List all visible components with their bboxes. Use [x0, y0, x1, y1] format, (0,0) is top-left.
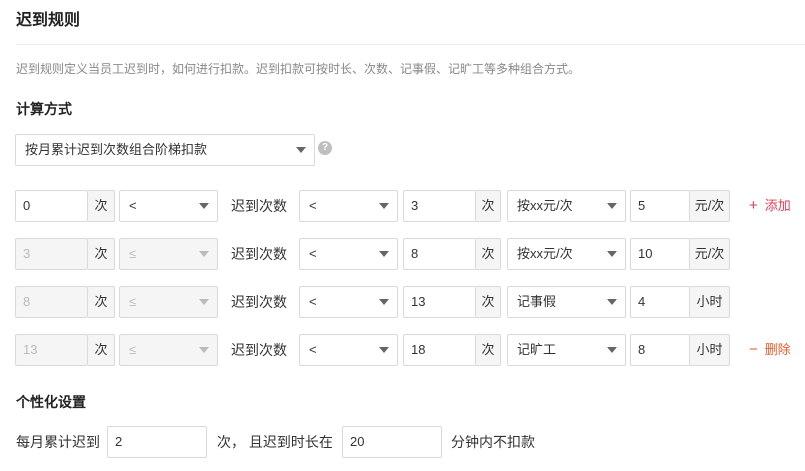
rule-op1-select: ≤ — [119, 286, 218, 318]
rule-from-input: 3 — [15, 238, 88, 270]
rule-to-unit: 次 — [476, 334, 501, 366]
chevron-down-icon — [199, 251, 209, 257]
rule-type-value: 按xx元/次 — [517, 246, 573, 261]
delete-rule-label: 删除 — [764, 342, 791, 357]
rule-from-unit: 次 — [88, 334, 115, 366]
rule-amount-input[interactable]: 5 — [630, 190, 690, 222]
rule-op1-value: ≤ — [129, 294, 137, 309]
rule-op2-value: < — [309, 198, 317, 213]
section-title-personal: 个性化设置 — [16, 394, 86, 410]
rule-middle-label: 迟到次数 — [231, 294, 287, 310]
plus-icon: + — [749, 197, 758, 214]
rule-op1-select[interactable]: < — [119, 190, 218, 222]
rule-type-value: 记旷工 — [517, 342, 557, 357]
chevron-down-icon — [199, 299, 209, 305]
chevron-down-icon — [607, 299, 617, 305]
rule-from-input[interactable]: 0 — [15, 190, 88, 222]
rule-from-unit: 次 — [88, 190, 115, 222]
calc-method-select[interactable]: 按月累计迟到次数组合阶梯扣款 — [15, 134, 315, 166]
page-title: 迟到规则 — [16, 12, 81, 29]
chevron-down-icon — [607, 251, 617, 257]
rule-op1-value: ≤ — [129, 246, 137, 261]
rule-from-unit: 次 — [88, 286, 115, 318]
calc-method-value: 按月累计迟到次数组合阶梯扣款 — [25, 142, 208, 157]
rule-op2-value: < — [309, 246, 317, 261]
chevron-down-icon — [607, 347, 617, 353]
rule-to-input[interactable]: 3 — [403, 190, 476, 222]
rule-op2-select[interactable]: < — [299, 334, 398, 366]
rule-type-select[interactable]: 按xx元/次 — [507, 190, 626, 222]
chevron-down-icon — [379, 203, 389, 209]
rule-op1-select: ≤ — [119, 334, 218, 366]
rule-type-select[interactable]: 记旷工 — [507, 334, 626, 366]
rule-op1-select: ≤ — [119, 238, 218, 270]
rule-type-value: 按xx元/次 — [517, 198, 573, 213]
chevron-down-icon — [379, 299, 389, 305]
personal-suffix-label: 分钟内不扣款 — [451, 434, 535, 450]
rule-to-input[interactable]: 18 — [403, 334, 476, 366]
rule-amount-input[interactable]: 8 — [630, 334, 690, 366]
rule-from-input: 13 — [15, 334, 88, 366]
rule-type-select[interactable]: 按xx元/次 — [507, 238, 626, 270]
chevron-down-icon — [199, 347, 209, 353]
chevron-down-icon — [199, 203, 209, 209]
chevron-down-icon — [379, 347, 389, 353]
rule-to-unit: 次 — [476, 286, 501, 318]
rule-op2-select[interactable]: < — [299, 190, 398, 222]
rule-middle-label: 迟到次数 — [231, 198, 287, 214]
chevron-down-icon — [379, 251, 389, 257]
rule-op1-value: < — [129, 198, 137, 213]
rule-amount-unit: 元/次 — [690, 238, 730, 270]
late-count-input[interactable]: 2 — [107, 426, 207, 458]
rule-type-value: 记事假 — [517, 294, 557, 309]
add-rule-button[interactable]: + 添加 — [749, 190, 791, 222]
rule-amount-unit: 小时 — [690, 334, 730, 366]
rule-op2-select[interactable]: < — [299, 238, 398, 270]
rule-amount-input[interactable]: 4 — [630, 286, 690, 318]
rule-to-unit: 次 — [476, 238, 501, 270]
delete-rule-button[interactable]: − 删除 — [749, 334, 791, 366]
rule-amount-unit: 元/次 — [690, 190, 730, 222]
rule-to-input[interactable]: 13 — [403, 286, 476, 318]
rule-amount-unit: 小时 — [690, 286, 730, 318]
personal-prefix-label: 每月累计迟到 — [16, 434, 100, 450]
rule-to-unit: 次 — [476, 190, 501, 222]
personal-mid-label: 次， 且迟到时长在 — [217, 434, 333, 450]
rule-op2-value: < — [309, 342, 317, 357]
rule-op2-value: < — [309, 294, 317, 309]
rule-middle-label: 迟到次数 — [231, 246, 287, 262]
rule-op1-value: ≤ — [129, 342, 137, 357]
rule-from-input: 8 — [15, 286, 88, 318]
section-title-calc: 计算方式 — [16, 101, 72, 117]
divider — [16, 44, 805, 45]
late-minutes-input[interactable]: 20 — [342, 426, 442, 458]
rule-to-input[interactable]: 8 — [403, 238, 476, 270]
add-rule-label: 添加 — [764, 198, 791, 213]
rule-middle-label: 迟到次数 — [231, 342, 287, 358]
rule-amount-input[interactable]: 10 — [630, 238, 690, 270]
chevron-down-icon — [296, 147, 306, 153]
rule-type-select[interactable]: 记事假 — [507, 286, 626, 318]
help-icon[interactable]: ? — [318, 141, 332, 155]
page-description: 迟到规则定义当员工迟到时，如何进行扣款。迟到扣款可按时长、次数、记事假、记旷工等… — [16, 62, 581, 76]
chevron-down-icon — [607, 203, 617, 209]
rule-from-unit: 次 — [88, 238, 115, 270]
rule-op2-select[interactable]: < — [299, 286, 398, 318]
minus-icon: − — [749, 341, 758, 358]
